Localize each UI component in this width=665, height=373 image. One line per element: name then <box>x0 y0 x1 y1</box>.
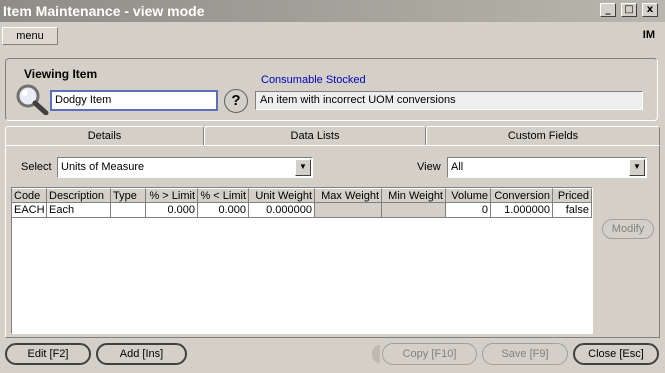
column-header[interactable]: Code <box>12 188 47 203</box>
title-bar: Item Maintenance - view mode _ □ x <box>0 0 665 22</box>
menu-bar: menu IM <box>0 26 665 46</box>
column-header[interactable]: Unit Weight <box>249 188 315 203</box>
minimize-button[interactable]: _ <box>600 3 616 17</box>
cell-volume: 0 <box>446 203 491 218</box>
cell-priced: false <box>553 203 592 218</box>
view-filter-select[interactable]: All ▼ <box>447 157 647 178</box>
window-title: Item Maintenance - view mode <box>3 3 205 19</box>
cell-unit-weight: 0.000000 <box>249 203 315 218</box>
view-filter-value: All <box>451 161 464 173</box>
item-header-panel: Viewing Item Dodgy Item ? Consumable Sto… <box>5 58 658 121</box>
viewing-item-label: Viewing Item <box>24 67 98 81</box>
item-description-field: An item with incorrect UOM conversions <box>255 91 643 110</box>
tab-details[interactable]: Details <box>5 126 204 146</box>
uom-grid: Code Description Type % > Limit % < Limi… <box>11 187 593 334</box>
cell-under-limit: 0.000 <box>198 203 249 218</box>
list-type-select[interactable]: Units of Measure ▼ <box>57 157 313 178</box>
list-type-value: Units of Measure <box>61 161 145 173</box>
modify-button[interactable]: Modify <box>602 219 654 239</box>
chevron-down-icon[interactable]: ▼ <box>295 159 311 176</box>
close-window-button[interactable]: x <box>642 3 658 17</box>
column-header[interactable]: Volume <box>446 188 491 203</box>
tab-data-lists[interactable]: Data Lists <box>204 126 426 146</box>
tab-strip: Details Data Lists Custom Fields <box>5 126 660 146</box>
chevron-down-icon[interactable]: ▼ <box>629 159 645 176</box>
column-header[interactable]: % > Limit <box>146 188 198 203</box>
item-name-field[interactable]: Dodgy Item <box>50 90 218 111</box>
item-type-label: Consumable Stocked <box>261 74 366 86</box>
column-header[interactable]: Description <box>47 188 111 203</box>
cell-code: EACH <box>12 203 47 218</box>
cell-min-weight <box>382 203 446 218</box>
close-button[interactable]: Close [Esc] <box>573 343 659 365</box>
save-button[interactable]: Save [F9] <box>482 343 568 365</box>
cell-description: Each <box>47 203 111 218</box>
column-header[interactable]: % < Limit <box>198 188 249 203</box>
column-header[interactable]: Priced <box>553 188 592 203</box>
menu-button[interactable]: menu <box>2 27 58 45</box>
add-button[interactable]: Add [Ins] <box>96 343 187 365</box>
cell-max-weight <box>315 203 382 218</box>
magnifier-icon <box>16 84 49 115</box>
column-header[interactable]: Conversion <box>491 188 553 203</box>
tab-custom-fields[interactable]: Custom Fields <box>426 126 660 146</box>
button-edge-decoration <box>372 345 380 363</box>
data-lists-panel: Select Units of Measure ▼ View All ▼ Cod… <box>5 145 660 338</box>
help-icon[interactable]: ? <box>224 89 248 113</box>
cell-conversion: 1.000000 <box>491 203 553 218</box>
edit-button[interactable]: Edit [F2] <box>5 343 91 365</box>
app-code: IM <box>642 29 655 41</box>
maximize-button[interactable]: □ <box>621 3 637 17</box>
copy-button[interactable]: Copy [F10] <box>382 343 477 365</box>
view-label: View <box>417 161 441 173</box>
select-label: Select <box>21 161 52 173</box>
column-header[interactable]: Max Weight <box>315 188 382 203</box>
column-header[interactable]: Min Weight <box>382 188 446 203</box>
cell-over-limit: 0.000 <box>146 203 198 218</box>
cell-type <box>111 203 146 218</box>
column-header[interactable]: Type <box>111 188 146 203</box>
